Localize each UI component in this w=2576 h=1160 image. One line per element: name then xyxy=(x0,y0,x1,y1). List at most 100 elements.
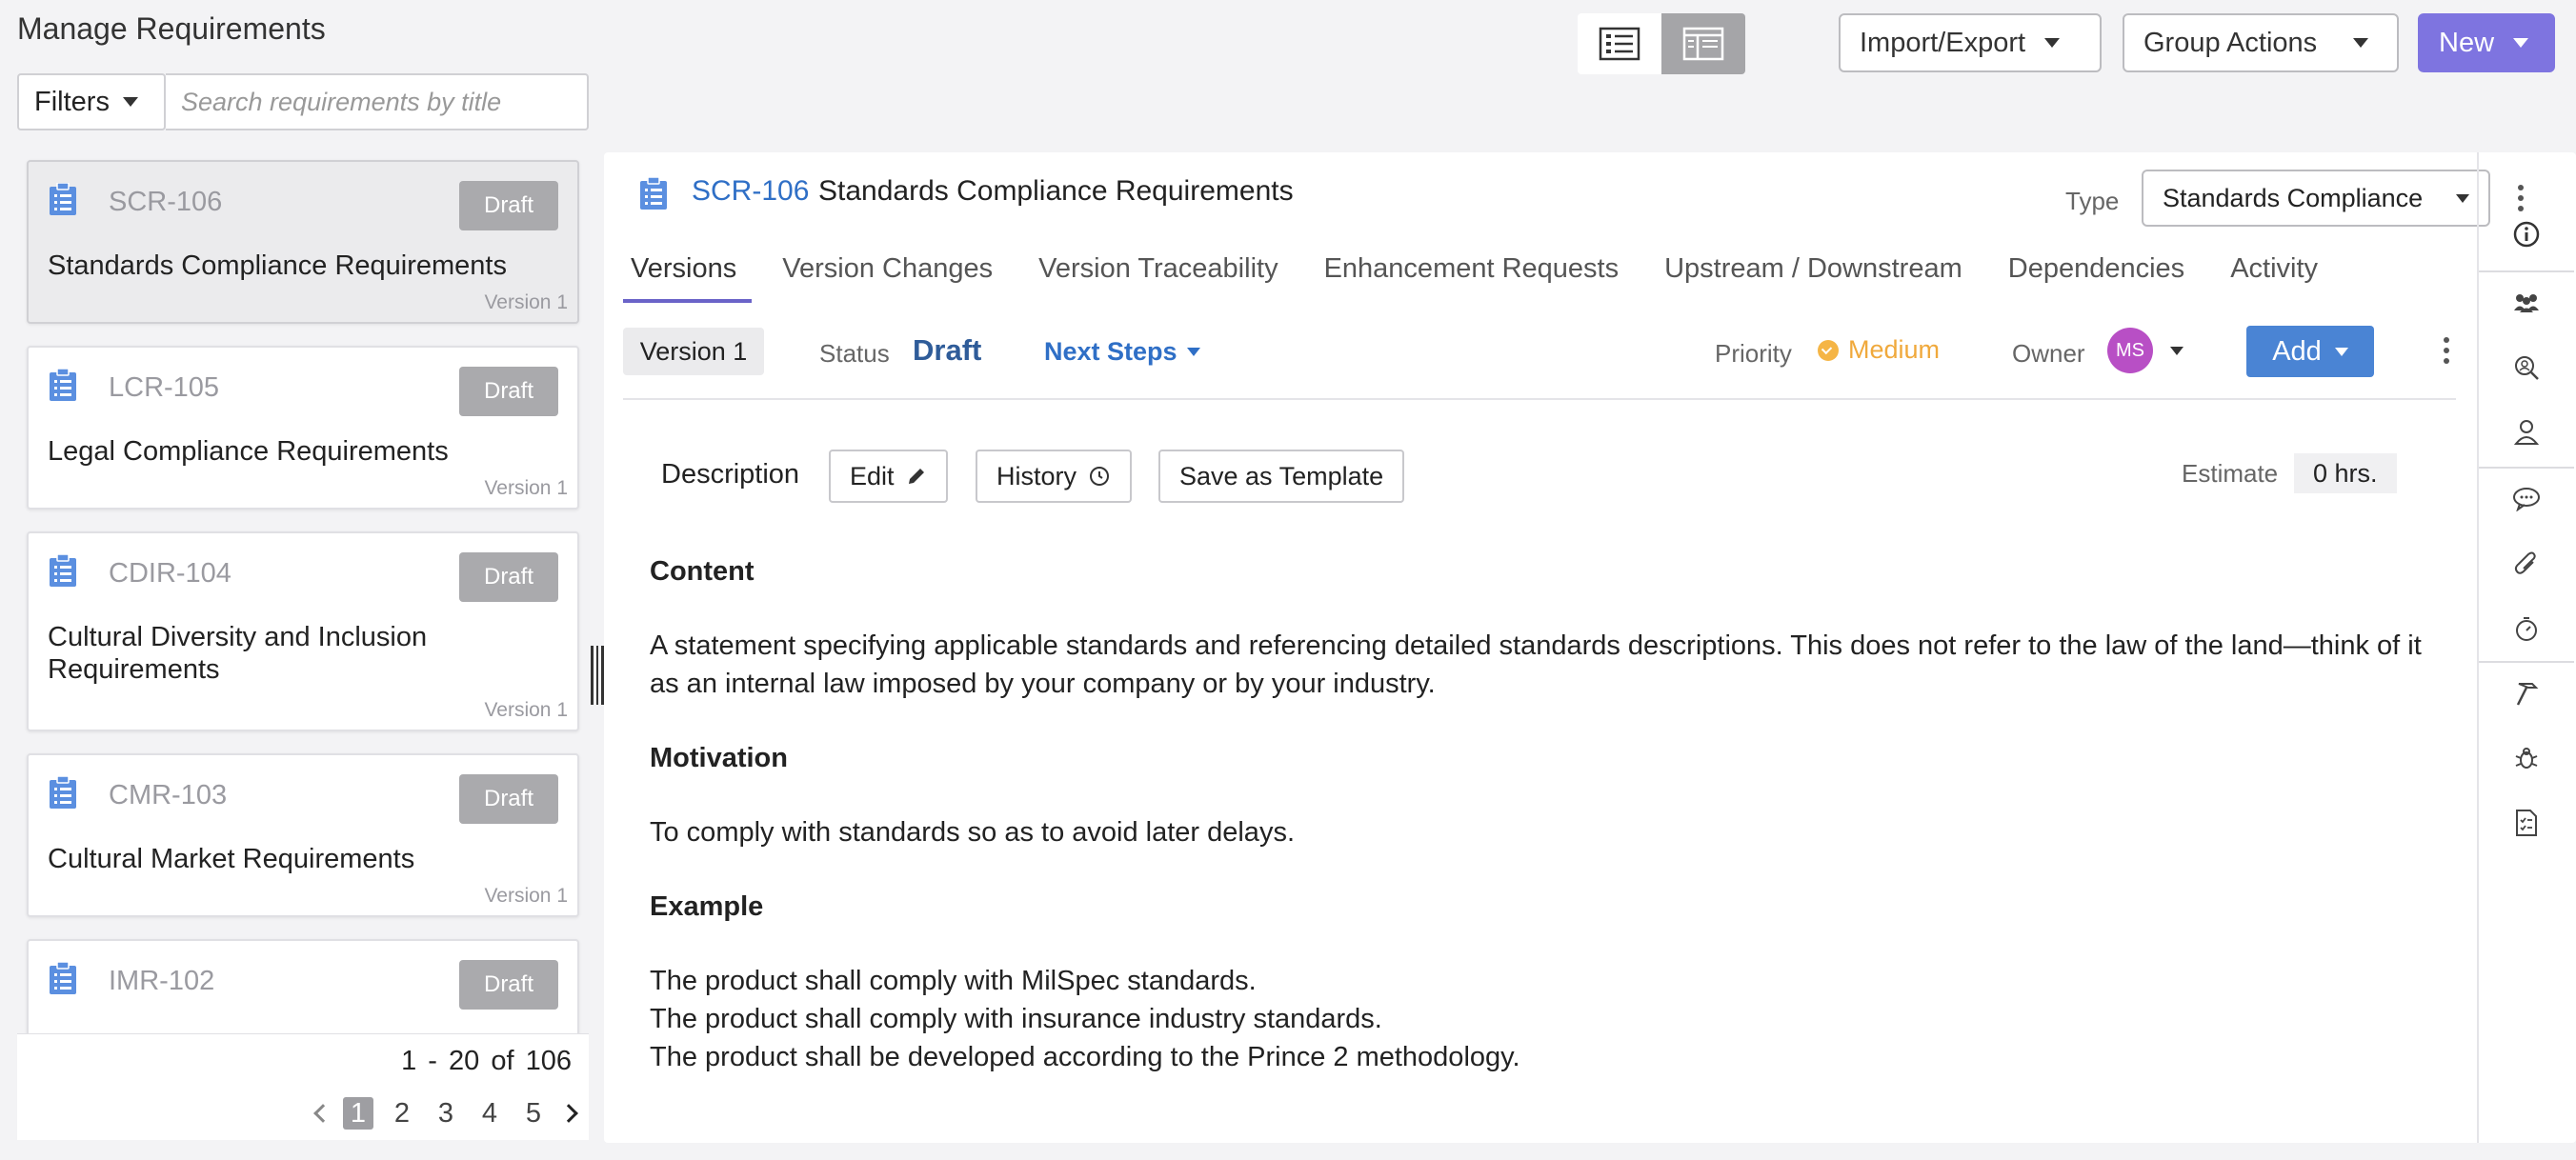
group-actions-button[interactable]: Group Actions xyxy=(2123,13,2399,72)
tab-upstream-downstream[interactable]: Upstream / Downstream xyxy=(1641,248,1985,303)
team-icon xyxy=(2514,294,2539,312)
priority-selector[interactable]: Medium xyxy=(1818,335,1940,365)
type-select[interactable]: Standards Compliance xyxy=(2142,170,2490,227)
panel-resize-handle[interactable] xyxy=(591,646,604,705)
chevron-down-icon xyxy=(2456,193,2469,203)
tab-enhancement-requests[interactable]: Enhancement Requests xyxy=(1301,248,1642,303)
requirement-id-link[interactable]: SCR-106 xyxy=(692,175,809,208)
tab-dependencies[interactable]: Dependencies xyxy=(1985,248,2207,303)
zoom-search-button[interactable] xyxy=(2479,335,2574,400)
requirement-detail-panel: SCR-106 Standards Compliance Requirement… xyxy=(604,152,2576,1143)
pagination-count: 1 - 20 of 106 xyxy=(401,1046,572,1077)
list-item[interactable]: CMR-103 Draft Cultural Market Requiremen… xyxy=(27,753,579,917)
edit-button[interactable]: Edit xyxy=(829,450,948,503)
filters-label: Filters xyxy=(34,86,110,117)
next-steps-dropdown[interactable]: Next Steps xyxy=(1044,337,1200,367)
section-text: To comply with standards so as to avoid … xyxy=(650,817,1295,848)
page-button[interactable]: 1 xyxy=(343,1097,373,1130)
edit-label: Edit xyxy=(850,461,895,490)
timer-button[interactable] xyxy=(2479,596,2574,661)
page-button[interactable]: 3 xyxy=(431,1098,461,1130)
team-button[interactable] xyxy=(2479,270,2574,335)
comments-button[interactable] xyxy=(2479,467,2574,531)
history-button[interactable]: History xyxy=(976,450,1133,503)
split-view-button[interactable] xyxy=(1661,13,1745,74)
owner-label: Owner xyxy=(2012,339,2085,368)
requirement-title: Cultural Diversity and Inclusion Require… xyxy=(48,622,428,685)
import-export-button[interactable]: Import/Export xyxy=(1839,13,2102,72)
pencil-icon xyxy=(908,469,924,484)
search-input[interactable] xyxy=(166,73,589,130)
tab-versions[interactable]: Versions xyxy=(623,248,759,303)
tab-activity[interactable]: Activity xyxy=(2207,248,2341,303)
chevron-down-icon xyxy=(2353,38,2369,48)
requirement-title: Standards Compliance Requirements xyxy=(48,250,507,281)
document-list-icon xyxy=(50,183,76,215)
version-selector[interactable]: Version 1 xyxy=(623,328,764,375)
document-list-icon xyxy=(50,962,76,994)
user-icon xyxy=(2514,420,2539,445)
list-item[interactable]: SCR-106 Draft Standards Compliance Requi… xyxy=(27,160,579,324)
priority-medium-icon xyxy=(1818,339,1839,361)
pagination-range: 1 - 20 xyxy=(401,1046,480,1076)
requirement-title: Legal Compliance Requirements xyxy=(48,436,449,467)
right-icon-rail xyxy=(2477,152,2576,1143)
status-label: Status xyxy=(819,339,890,368)
document-list-icon xyxy=(640,177,667,210)
build-button[interactable] xyxy=(2479,661,2574,726)
chevron-down-icon xyxy=(1186,348,1200,356)
status-badge: Draft xyxy=(459,552,558,602)
section-heading: Motivation xyxy=(650,743,788,773)
import-export-label: Import/Export xyxy=(1860,27,2026,58)
pagination-total: 106 xyxy=(525,1046,572,1076)
search-zoom-icon xyxy=(2515,356,2539,380)
requirement-id: IMR-102 xyxy=(109,966,215,996)
add-button[interactable]: Add xyxy=(2246,326,2374,377)
more-options-icon[interactable] xyxy=(2437,331,2456,370)
timer-icon xyxy=(2516,617,2537,641)
estimate-label: Estimate xyxy=(2182,459,2279,488)
info-button[interactable] xyxy=(2479,202,2574,267)
pagination-footer: 1 - 20 of 106 1 2 3 4 5 xyxy=(17,1033,589,1140)
requirement-version: Version 1 xyxy=(484,291,568,313)
tab-version-changes[interactable]: Version Changes xyxy=(759,248,1016,303)
page-button[interactable]: 2 xyxy=(387,1098,417,1130)
save-as-template-button[interactable]: Save as Template xyxy=(1158,450,1405,503)
description-content: Content A statement specifying applicabl… xyxy=(650,552,2441,1076)
status-badge: Draft xyxy=(459,774,558,824)
user-button[interactable] xyxy=(2479,400,2574,465)
chevron-left-icon[interactable] xyxy=(313,1104,332,1123)
page-button[interactable]: 4 xyxy=(474,1098,505,1130)
save-as-template-label: Save as Template xyxy=(1179,461,1384,490)
priority-value: Medium xyxy=(1848,335,1941,364)
estimate-value[interactable]: 0 hrs. xyxy=(2294,453,2397,493)
tab-version-traceability[interactable]: Version Traceability xyxy=(1016,248,1300,303)
attachments-button[interactable] xyxy=(2479,531,2574,596)
filters-button[interactable]: Filters xyxy=(17,73,166,130)
chevron-down-icon[interactable] xyxy=(2170,347,2184,355)
chevron-down-icon xyxy=(2334,347,2348,356)
new-button[interactable]: New xyxy=(2418,13,2555,72)
defects-button[interactable] xyxy=(2479,726,2574,790)
history-label: History xyxy=(996,461,1077,490)
example-line: The product shall comply with insurance … xyxy=(650,1004,1382,1034)
avatar[interactable]: MS xyxy=(2107,328,2153,373)
chevron-down-icon xyxy=(122,97,138,107)
pagination-of: of xyxy=(491,1046,514,1076)
chevron-right-icon[interactable] xyxy=(559,1104,578,1123)
list-view-icon xyxy=(1599,27,1640,61)
list-view-button[interactable] xyxy=(1578,13,1661,74)
list-item[interactable]: CDIR-104 Draft Cultural Diversity and In… xyxy=(27,531,579,731)
hammer-icon xyxy=(2516,683,2539,706)
list-item[interactable]: LCR-105 Draft Legal Compliance Requireme… xyxy=(27,346,579,510)
type-label: Type xyxy=(2065,187,2120,215)
requirement-version: Version 1 xyxy=(484,699,568,721)
list-item[interactable]: IMR-102 Draft xyxy=(27,939,579,1033)
section-heading: Content xyxy=(650,556,755,587)
requirement-title: Standards Compliance Requirements xyxy=(818,175,1294,207)
example-line: The product shall comply with MilSpec st… xyxy=(650,966,1257,996)
view-toggle xyxy=(1578,13,1745,74)
status-badge: Draft xyxy=(459,367,558,416)
test-cases-button[interactable] xyxy=(2479,790,2574,855)
page-button[interactable]: 5 xyxy=(518,1098,549,1130)
